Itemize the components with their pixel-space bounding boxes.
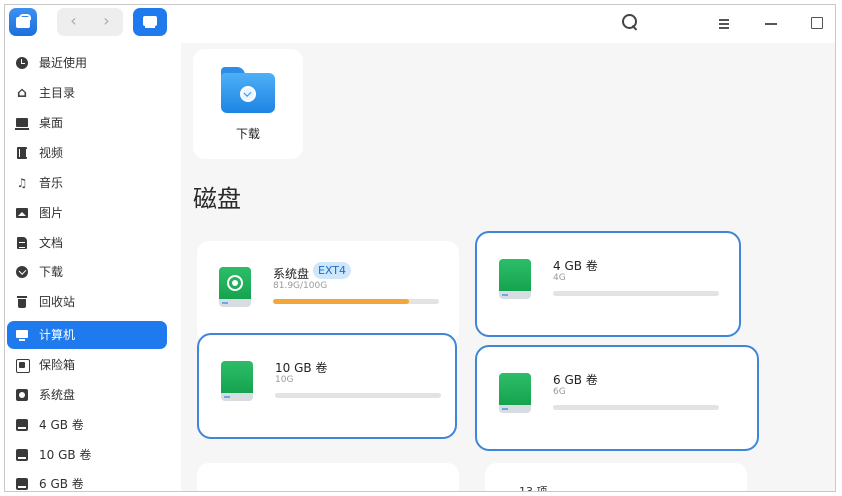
sidebar-item-volume-6gb[interactable]: 6 GB 卷: [7, 470, 167, 491]
sidebar-item-label: 6 GB 卷: [39, 477, 84, 491]
disk-card-volume-4gb[interactable]: 4 GB 卷 4G: [475, 231, 741, 337]
main-content: 下载 磁盘 系统盘 EXT4 81.9G/100G 4 GB 卷 4G 10 G…: [181, 43, 835, 492]
sidebar-item-volume-4gb[interactable]: 4 GB 卷: [7, 411, 167, 439]
download-badge-icon: [240, 86, 256, 102]
disk-usage-bar: [553, 405, 719, 410]
section-title-disks: 磁盘: [193, 185, 241, 213]
sidebar-item-videos[interactable]: 视频: [7, 139, 167, 167]
desktop-icon: [15, 116, 29, 130]
sidebar: 最近使用 ⌂ 主目录 桌面 视频 ♫ 音乐 图片 文档 下载 回收站 计算机 保…: [5, 43, 181, 491]
drive-icon: [499, 259, 531, 299]
chevron-left-icon: ‹: [70, 11, 77, 30]
sidebar-item-label: 主目录: [39, 86, 76, 100]
safe-icon: [15, 358, 30, 373]
disk-card-system[interactable]: 系统盘 EXT4 81.9G/100G: [197, 241, 459, 343]
disk-usage-bar: [273, 299, 439, 304]
sidebar-item-pictures[interactable]: 图片: [7, 199, 167, 227]
document-icon: [15, 236, 29, 250]
sidebar-item-label: 文档: [39, 236, 64, 250]
sidebar-item-label: 音乐: [39, 176, 64, 190]
disk-size: 81.9G/100G: [273, 281, 328, 291]
drive-icon: [499, 373, 531, 413]
maximize-icon[interactable]: [806, 11, 828, 33]
sidebar-item-trash[interactable]: 回收站: [7, 288, 167, 316]
sidebar-item-label: 视频: [39, 146, 64, 160]
menu-icon[interactable]: [714, 11, 736, 33]
computer-icon: [15, 328, 29, 342]
disk-name: 系统盘: [273, 267, 310, 281]
volume-icon: [15, 477, 29, 491]
video-icon: [15, 146, 29, 160]
home-icon: ⌂: [16, 85, 28, 101]
monitor-icon: [143, 16, 157, 26]
sidebar-item-recent[interactable]: 最近使用: [7, 49, 167, 77]
volume-icon: [15, 418, 29, 432]
filesystem-badge: EXT4: [313, 262, 352, 279]
item-count-status: 13 项: [519, 485, 548, 492]
search-icon[interactable]: [619, 11, 641, 33]
sidebar-item-volume-10gb[interactable]: 10 GB 卷: [7, 441, 167, 469]
disk-name: 10 GB 卷: [275, 361, 328, 375]
disk-card-volume-10gb[interactable]: 10 GB 卷 10G: [197, 333, 457, 439]
sidebar-item-computer[interactable]: 计算机: [7, 321, 167, 349]
sidebar-item-documents[interactable]: 文档: [7, 229, 167, 257]
disk-usage-bar: [553, 291, 719, 296]
view-mode-button[interactable]: [133, 8, 167, 36]
downloads-folder[interactable]: 下载: [193, 49, 303, 159]
download-icon: [16, 266, 28, 278]
disk-usage-bar: [275, 393, 441, 398]
music-icon: ♫: [16, 176, 28, 190]
disk-name: 6 GB 卷: [553, 373, 598, 387]
disk-name: 4 GB 卷: [553, 259, 598, 273]
sidebar-item-label: 系统盘: [39, 388, 76, 402]
back-button[interactable]: ‹: [57, 8, 90, 36]
disk-size: 4G: [553, 273, 566, 283]
sidebar-item-system-disk[interactable]: 系统盘: [7, 381, 167, 409]
sidebar-item-label: 下载: [39, 265, 64, 279]
forward-button[interactable]: ›: [90, 8, 123, 36]
sidebar-item-label: 回收站: [39, 295, 76, 309]
sidebar-item-downloads[interactable]: 下载: [7, 258, 167, 286]
sidebar-item-label: 最近使用: [39, 56, 88, 70]
folder-label: 下载: [235, 127, 260, 141]
trash-icon: [15, 295, 29, 309]
sidebar-item-label: 10 GB 卷: [39, 448, 92, 462]
disk-usage-fill: [273, 299, 410, 304]
file-manager-logo-icon: [9, 8, 37, 36]
system-disk-icon: [219, 267, 251, 307]
sidebar-item-safe[interactable]: 保险箱: [7, 351, 167, 379]
chevron-right-icon: ›: [103, 11, 110, 30]
sidebar-item-home[interactable]: ⌂ 主目录: [7, 79, 167, 107]
navigation-buttons: ‹ ›: [57, 8, 123, 36]
sidebar-item-label: 图片: [39, 206, 64, 220]
disk-size: 10G: [275, 375, 294, 385]
sidebar-item-label: 计算机: [39, 328, 76, 342]
title-bar: ‹ ›: [5, 5, 835, 43]
picture-icon: [15, 206, 29, 220]
drive-icon: [221, 361, 253, 401]
sidebar-item-music[interactable]: ♫ 音乐: [7, 169, 167, 197]
sidebar-item-label: 4 GB 卷: [39, 418, 84, 432]
clock-icon: [16, 57, 28, 69]
folder-icon: [221, 67, 275, 113]
sidebar-item-label: 保险箱: [39, 358, 76, 372]
file-manager-window: ‹ › 最近使用 ⌂ 主目录 桌面 视频 ♫ 音乐 图片 文档 下载 回收站 计…: [4, 4, 836, 492]
sidebar-item-desktop[interactable]: 桌面: [7, 109, 167, 137]
volume-icon: [15, 448, 29, 462]
disk-size: 6G: [553, 387, 566, 397]
disk-card-partial[interactable]: [197, 463, 459, 491]
disk-icon: [15, 388, 29, 402]
disk-card-volume-6gb[interactable]: 6 GB 卷 6G: [475, 345, 759, 451]
sidebar-item-label: 桌面: [39, 116, 64, 130]
minimize-icon[interactable]: [760, 11, 782, 33]
